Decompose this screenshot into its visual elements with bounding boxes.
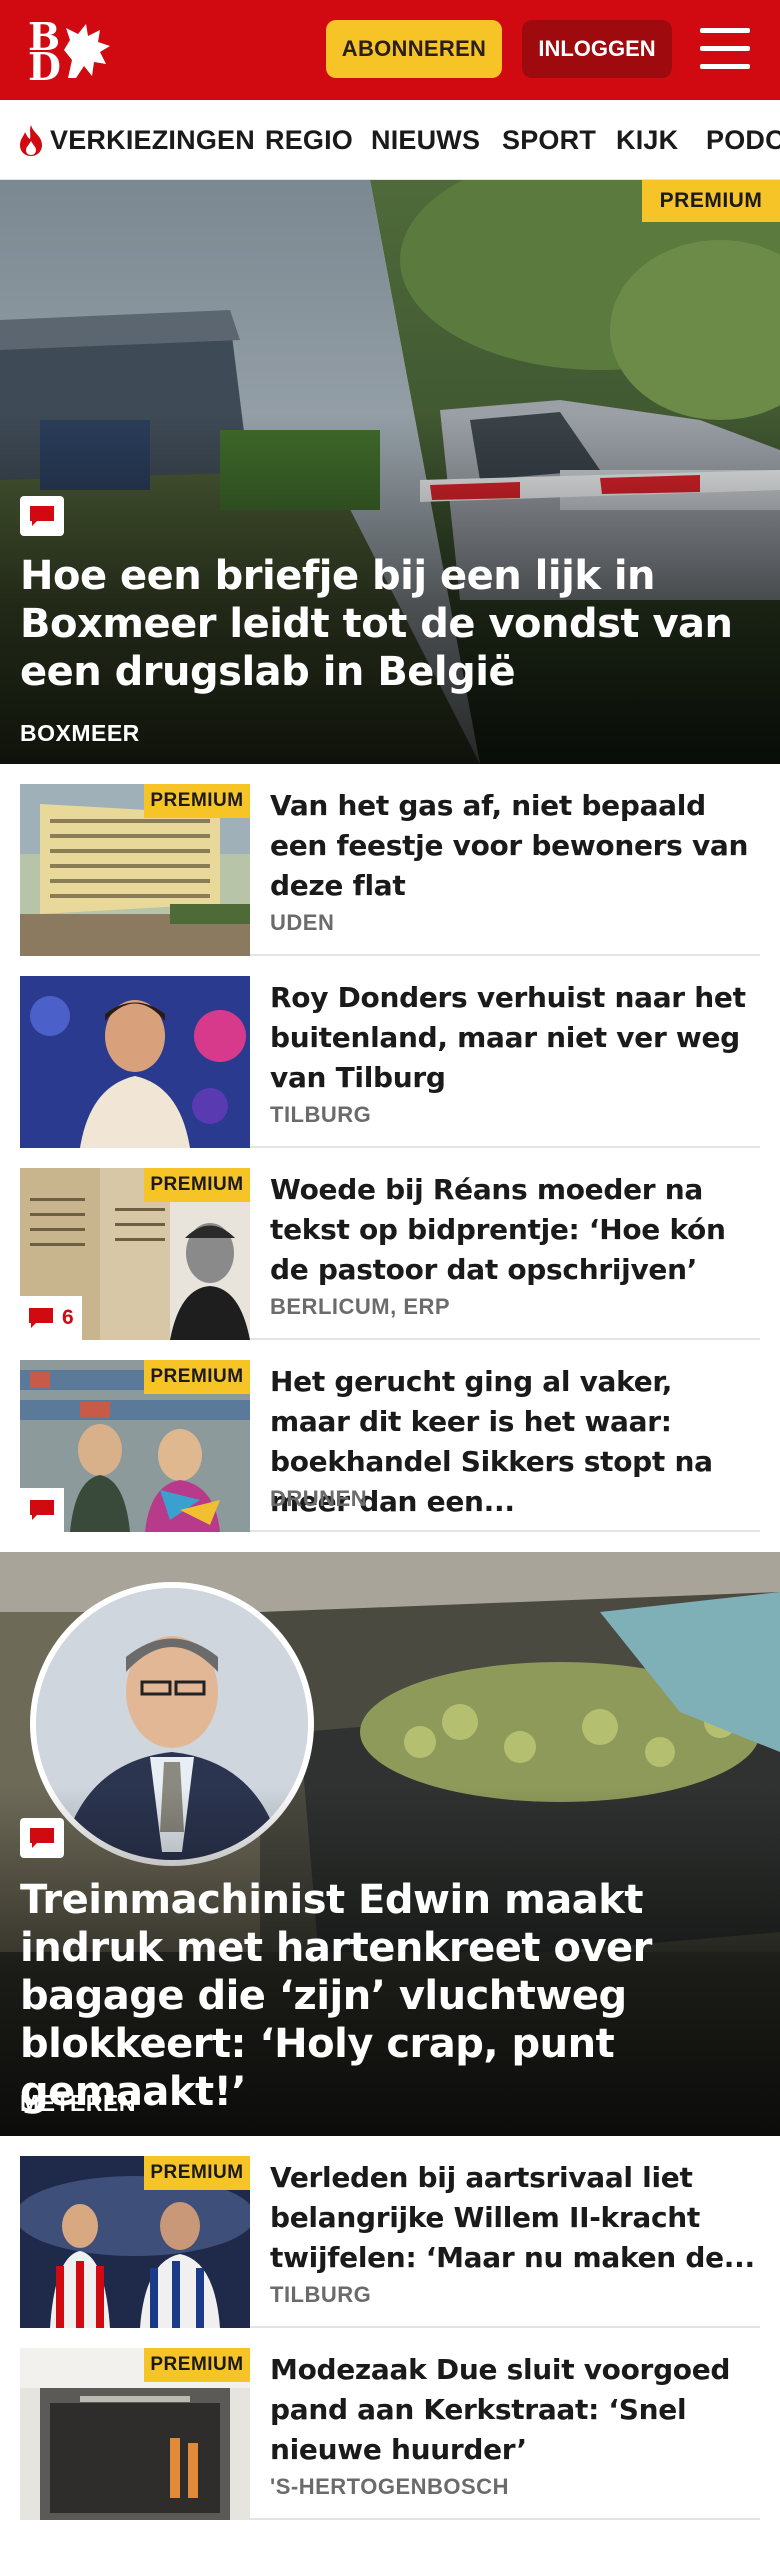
article-location: DRUNEN	[270, 1486, 368, 1511]
nav-item-kijk[interactable]: KIJK	[616, 100, 678, 179]
list-item[interactable]: PREMIUM Het gerucht ging al vaker, maar …	[20, 1340, 760, 1532]
article-thumbnail: PREMIUM	[20, 2348, 250, 2520]
lion-emblem-icon	[64, 24, 110, 78]
nav-item-sport[interactable]: SPORT	[502, 100, 596, 179]
nav-item-regio[interactable]: REGIO	[265, 100, 353, 179]
article-title[interactable]: Modezaak Due sluit voorgoed pand aan Ker…	[270, 2350, 755, 2470]
list-item[interactable]: PREMIUM Van het gas af, niet bepaald een…	[20, 764, 760, 956]
article-location: UDEN	[270, 910, 335, 935]
premium-badge: PREMIUM	[144, 2156, 250, 2190]
article-location: TILBURG	[270, 1102, 372, 1127]
hero-location: BOXMEER	[20, 720, 140, 746]
comment-icon	[20, 1818, 64, 1858]
hero-location: METEREN	[20, 2090, 136, 2116]
hero-title[interactable]: Hoe een briefje bij een lijk in Boxmeer …	[20, 552, 760, 696]
login-button[interactable]: INLOGGEN	[522, 20, 672, 78]
article-title[interactable]: Verleden bij aartsrivaal liet belangrijk…	[270, 2158, 755, 2278]
subscribe-button[interactable]: ABONNEREN	[326, 20, 502, 78]
premium-badge: PREMIUM	[144, 2348, 250, 2382]
bd-logo[interactable]: B D	[22, 14, 118, 89]
nav-item-nieuws[interactable]: NIEUWS	[371, 100, 480, 179]
article-thumbnail: PREMIUM 6	[20, 1168, 250, 1340]
nav-label: VERKIEZINGEN	[50, 124, 255, 155]
article-title[interactable]: Roy Donders verhuist naar het buitenland…	[270, 978, 755, 1098]
nav-item-podcast[interactable]: PODCAST	[706, 100, 780, 179]
flame-icon	[20, 125, 42, 156]
premium-badge: PREMIUM	[642, 180, 780, 222]
article-thumbnail: PREMIUM	[20, 2156, 250, 2328]
article-title[interactable]: Woede bij Réans moeder na tekst op bidpr…	[270, 1170, 755, 1290]
list-item[interactable]: PREMIUM Verleden bij aartsrivaal liet be…	[20, 2136, 760, 2328]
hero-title[interactable]: Treinmachinist Edwin maakt indruk met ha…	[20, 1876, 760, 2116]
article-location: BERLICUM, ERP	[270, 1294, 451, 1319]
premium-badge: PREMIUM	[144, 1360, 250, 1394]
nav-item-verkiezingen[interactable]: VERKIEZINGEN	[16, 100, 255, 179]
article-thumbnail: PREMIUM	[20, 784, 250, 956]
hero-article-boxmeer[interactable]: PREMIUM Hoe een briefje bij een lijk in …	[0, 180, 780, 764]
comment-icon	[20, 1488, 64, 1532]
list-item[interactable]: PREMIUM Modezaak Due sluit voorgoed pand…	[20, 2328, 760, 2520]
article-thumbnail: PREMIUM	[20, 1360, 250, 1532]
article-title[interactable]: Van het gas af, niet bepaald een feestje…	[270, 786, 755, 906]
hero-article-meteren[interactable]: Treinmachinist Edwin maakt indruk met ha…	[0, 1552, 780, 2136]
site-header: B D ABONNEREN INLOGGEN	[0, 0, 780, 100]
list-item[interactable]: PREMIUM 6 Woede bij Réans moeder na teks…	[20, 1148, 760, 1340]
hamburger-menu-icon[interactable]	[700, 26, 752, 72]
article-location: TILBURG	[270, 2282, 372, 2307]
section-nav: VERKIEZINGEN REGIO NIEUWS SPORT KIJK POD…	[0, 100, 780, 180]
comment-icon	[20, 496, 64, 536]
premium-badge: PREMIUM	[144, 784, 250, 818]
article-location: 'S-HERTOGENBOSCH	[270, 2474, 509, 2499]
premium-badge: PREMIUM	[144, 1168, 250, 1202]
article-thumbnail	[20, 976, 250, 1148]
comment-count: 6	[20, 1296, 82, 1340]
comment-icon	[29, 1308, 53, 1328]
list-item[interactable]: Roy Donders verhuist naar het buitenland…	[20, 956, 760, 1148]
